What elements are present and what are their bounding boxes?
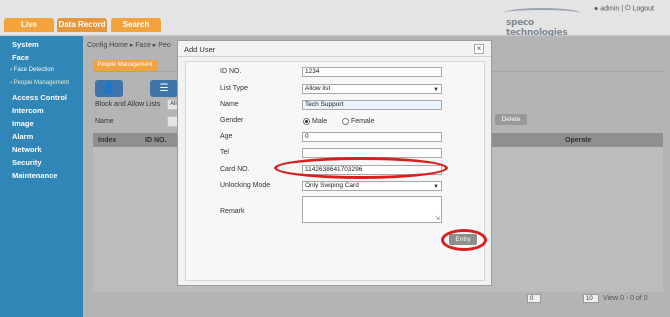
speco-logo: speco technologies xyxy=(500,8,582,38)
add-user-button[interactable]: 👤 xyxy=(95,80,123,97)
age-label: Age xyxy=(220,133,233,140)
card-no-label: Card NO. xyxy=(220,166,250,173)
gender-male-label: Male xyxy=(312,118,328,125)
unlocking-mode-select[interactable]: Only Swiping Card ▼ xyxy=(302,181,442,191)
chevron-down-icon: ▼ xyxy=(433,184,439,190)
user-icon: ● xyxy=(594,5,599,13)
name-label: Name xyxy=(220,101,239,108)
tab-search[interactable]: Search xyxy=(111,18,161,32)
add-user-icon: 👤 xyxy=(102,83,116,94)
list-type-label: List Type xyxy=(220,85,248,92)
sidebar-item-image[interactable]: Image xyxy=(12,119,34,128)
tab-data-record[interactable]: Data Record xyxy=(57,18,107,32)
gender-male-radio[interactable] xyxy=(303,118,310,125)
breadcrumb-separator: ▸ xyxy=(152,42,157,49)
tel-label: Tel xyxy=(220,149,229,156)
top-bar: Live Data Record Search speco technologi… xyxy=(0,0,670,38)
sidebar-item-face[interactable]: Face xyxy=(12,53,29,62)
pager-view-text: View 0 - 0 of 0 xyxy=(603,295,648,302)
user-separator: | xyxy=(621,5,624,13)
column-operate: Operate xyxy=(565,137,592,144)
chevron-down-icon: ▼ xyxy=(433,87,439,93)
remark-label: Remark xyxy=(220,208,245,215)
breadcrumb-people: Peo xyxy=(158,42,171,49)
sidebar-sub-label: People Management xyxy=(13,80,70,86)
breadcrumb-config-home[interactable]: Config Home xyxy=(87,42,128,49)
user-area: ● admin | ⏻ Logout xyxy=(594,5,654,13)
sidebar-item-alarm[interactable]: Alarm xyxy=(12,132,33,141)
power-icon[interactable]: ⏻ xyxy=(625,5,631,12)
list-type-value: Allow list xyxy=(305,85,331,92)
sidebar-sub-face-detection[interactable]: › Face Detection xyxy=(10,67,54,73)
unlocking-mode-label: Unlocking Mode xyxy=(220,182,271,189)
add-user-dialog: Add User × ID NO. 1234 List Type Allow l… xyxy=(177,40,492,286)
username[interactable]: admin xyxy=(600,6,619,13)
highlight-ellipse-card xyxy=(274,157,448,179)
logo-swoosh xyxy=(504,8,580,18)
breadcrumb-face[interactable]: Face xyxy=(135,42,151,49)
dialog-header: Add User × xyxy=(178,41,491,57)
tab-people-management[interactable]: People Management xyxy=(93,60,157,71)
remark-textarea[interactable]: ⇲ xyxy=(302,196,442,223)
sidebar-item-access-control[interactable]: Access Control xyxy=(12,93,67,102)
column-index: Index xyxy=(98,137,117,144)
gender-female-label: Female xyxy=(351,118,375,125)
close-icon[interactable]: × xyxy=(474,44,484,54)
age-input[interactable]: 0 xyxy=(302,132,442,142)
delete-button[interactable]: Delete xyxy=(495,114,527,125)
sidebar-sub-label: Face Detection xyxy=(13,67,55,73)
unlocking-mode-value: Only Swiping Card xyxy=(305,182,359,189)
highlight-ellipse-entry xyxy=(441,229,487,251)
id-no-input[interactable]: 1234 xyxy=(302,67,442,77)
sidebar: System Face › Face Detection › People Ma… xyxy=(0,36,83,317)
sidebar-item-network[interactable]: Network xyxy=(12,145,42,154)
name-filter-label: Name xyxy=(95,118,114,125)
sidebar-sub-people-management[interactable]: › People Management xyxy=(10,80,69,86)
gender-female-radio[interactable] xyxy=(342,118,349,125)
database-button[interactable]: ☰ xyxy=(150,80,178,97)
tab-live[interactable]: Live xyxy=(4,18,54,32)
breadcrumb: Config Home ▸ Face ▸ Peo xyxy=(87,41,171,49)
block-allow-label: Block and Allow Lists xyxy=(95,101,161,108)
logo-text: speco technologies xyxy=(506,18,568,38)
gender-label: Gender xyxy=(220,117,244,124)
sidebar-item-system[interactable]: System xyxy=(12,40,39,49)
breadcrumb-separator: ▸ xyxy=(129,42,134,49)
page-input[interactable]: 0 xyxy=(527,294,541,303)
sidebar-item-security[interactable]: Security xyxy=(12,158,42,167)
database-icon: ☰ xyxy=(159,83,169,94)
logout-link[interactable]: Logout xyxy=(633,6,654,13)
name-input[interactable]: Tech Support xyxy=(302,100,442,110)
resize-handle-icon[interactable]: ⇲ xyxy=(435,215,440,222)
id-no-label: ID NO. xyxy=(220,68,242,75)
per-page-select[interactable]: 10 xyxy=(583,294,599,303)
list-type-select[interactable]: Allow list ▼ xyxy=(302,84,442,94)
column-id-no: ID NO. xyxy=(145,137,167,144)
sidebar-item-intercom[interactable]: Intercom xyxy=(12,106,44,115)
sidebar-item-maintenance[interactable]: Maintenance xyxy=(12,171,57,180)
dialog-title: Add User xyxy=(184,45,216,54)
